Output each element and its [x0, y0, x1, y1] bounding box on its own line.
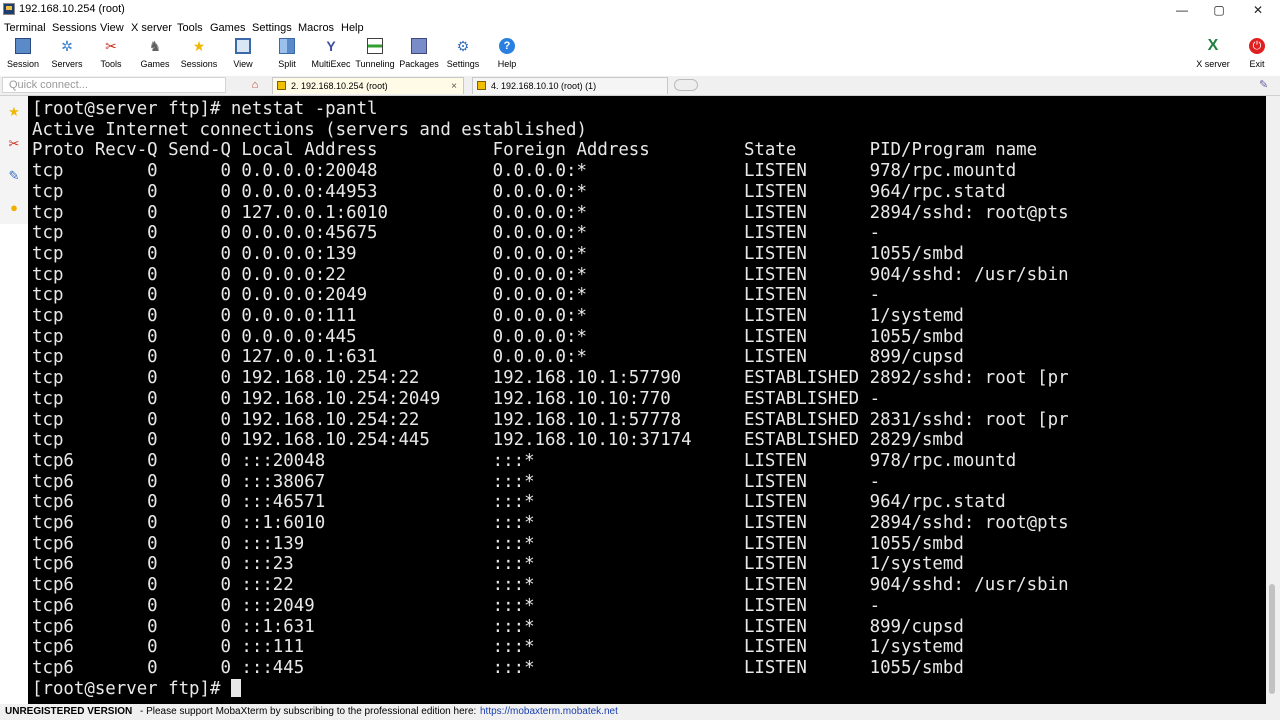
support-message: - Please support MobaXterm by subscribin…	[140, 706, 477, 717]
terminal-line: tcp 0 0 0.0.0.0:111 0.0.0.0:* LISTEN 1/s…	[32, 306, 964, 327]
terminal-line: tcp 0 0 0.0.0.0:2049 0.0.0.0:* LISTEN -	[32, 285, 881, 306]
menu-sessions[interactable]: Sessions	[52, 22, 97, 34]
help-icon: ?	[499, 38, 515, 54]
terminal-line: Active Internet connections (servers and…	[32, 119, 587, 140]
tunneling-button[interactable]: Tunneling	[353, 38, 397, 72]
menu-tools[interactable]: Tools	[177, 22, 203, 34]
new-tab-button[interactable]	[674, 79, 698, 91]
scrollbar-thumb[interactable]	[1269, 584, 1275, 694]
terminal-line: Proto Recv-Q Send-Q Local Address Foreig…	[32, 140, 1038, 161]
attach-icon[interactable]: ✎	[1259, 78, 1268, 91]
window-title: 192.168.10.254 (root)	[19, 3, 125, 15]
mobaxterm-link[interactable]: https://mobaxterm.mobatek.net	[480, 704, 618, 720]
terminal-line: tcp6 0 0 :::111 :::* LISTEN 1/systemd	[32, 637, 964, 658]
terminal-line: tcp 0 0 0.0.0.0:22 0.0.0.0:* LISTEN 904/…	[32, 264, 1069, 285]
terminal-line: tcp6 0 0 :::22 :::* LISTEN 904/sshd: /us…	[32, 575, 1069, 596]
x-server-button[interactable]: X X server	[1191, 38, 1235, 72]
terminal-scrollbar[interactable]	[1266, 96, 1280, 704]
games-button[interactable]: ♞ Games	[133, 38, 177, 72]
terminal-area[interactable]: [root@server ftp]# netstat -pantl Active…	[28, 96, 1266, 704]
menu-help[interactable]: Help	[341, 22, 364, 34]
menu-terminal[interactable]: Terminal	[4, 22, 46, 34]
x-server-icon: X	[1207, 37, 1219, 54]
tab-close-icon[interactable]: ×	[451, 78, 457, 95]
sidebar-macros-icon[interactable]: ✎	[6, 168, 22, 184]
terminal-tab-icon	[477, 81, 486, 90]
session-icon	[15, 38, 31, 54]
settings-button[interactable]: ⚙ Settings	[441, 38, 485, 72]
menu-view[interactable]: View	[100, 22, 124, 34]
view-button[interactable]: View	[221, 38, 265, 72]
menu-games[interactable]: Games	[210, 22, 245, 34]
sidebar-star-icon[interactable]: ★	[6, 104, 22, 120]
sidebar-tools-icon[interactable]: ✂	[6, 136, 22, 152]
menu-macros[interactable]: Macros	[298, 22, 334, 34]
terminal-line: tcp 0 0 127.0.0.1:6010 0.0.0.0:* LISTEN …	[32, 202, 1069, 223]
tab-bar: Quick connect... ⌂ 2. 192.168.10.254 (ro…	[0, 76, 1280, 96]
tab-session-192-168-10-10[interactable]: 4. 192.168.10.10 (root) (1)	[472, 77, 668, 94]
left-sidebar: ★ ✂ ✎ ●	[0, 96, 29, 224]
servers-button[interactable]: ✲ Servers	[45, 38, 89, 72]
unregistered-label: UNREGISTERED VERSION	[5, 706, 133, 717]
games-icon: ♞	[148, 38, 162, 54]
tools-button[interactable]: ✂ Tools	[89, 38, 133, 72]
terminal-line: tcp 0 0 0.0.0.0:20048 0.0.0.0:* LISTEN 9…	[32, 161, 1017, 182]
terminal-line: tcp 0 0 192.168.10.254:22 192.168.10.1:5…	[32, 409, 1069, 430]
terminal-line: tcp6 0 0 :::20048 :::* LISTEN 978/rpc.mo…	[32, 450, 1017, 471]
terminal-line: tcp6 0 0 ::1:6010 :::* LISTEN 2894/sshd:…	[32, 513, 1069, 534]
packages-button[interactable]: Packages	[397, 38, 441, 72]
terminal-line: tcp 0 0 0.0.0.0:44953 0.0.0.0:* LISTEN 9…	[32, 181, 1006, 202]
terminal-line: tcp 0 0 192.168.10.254:22 192.168.10.1:5…	[32, 368, 1069, 389]
terminal-line: tcp 0 0 192.168.10.254:445 192.168.10.10…	[32, 430, 964, 451]
terminal-line: tcp6 0 0 :::139 :::* LISTEN 1055/smbd	[32, 533, 964, 554]
terminal-line: tcp6 0 0 :::2049 :::* LISTEN -	[32, 595, 881, 616]
menu-settings[interactable]: Settings	[252, 22, 292, 34]
terminal-line: tcp6 0 0 :::38067 :::* LISTEN -	[32, 471, 881, 492]
terminal-line: tcp 0 0 192.168.10.254:2049 192.168.10.1…	[32, 388, 881, 409]
exit-button[interactable]: ⏻ Exit	[1235, 38, 1279, 72]
help-button[interactable]: ? Help	[485, 38, 529, 72]
sidebar-sftp-icon[interactable]: ●	[6, 200, 22, 216]
sessions-button[interactable]: ★ Sessions	[177, 38, 221, 72]
multiexec-button[interactable]: Y MultiExec	[309, 38, 353, 72]
mobaxterm-app-icon	[3, 3, 15, 15]
split-icon	[279, 38, 295, 54]
maximize-button[interactable]: ▢	[1199, 0, 1239, 20]
gear-icon: ⚙	[456, 38, 470, 54]
toolbar: Session ✲ Servers ✂ Tools ♞ Games ★ Sess…	[0, 36, 1280, 74]
terminal-line: tcp6 0 0 :::445 :::* LISTEN 1055/smbd	[32, 657, 964, 678]
star-icon: ★	[192, 38, 206, 54]
title-bar: 192.168.10.254 (root) — ▢ ✕	[0, 0, 1280, 20]
terminal-prompt: [root@server ftp]#	[32, 678, 231, 699]
terminal-cursor	[230, 678, 241, 697]
terminal-line: tcp6 0 0 :::23 :::* LISTEN 1/systemd	[32, 554, 964, 575]
menu-x-server[interactable]: X server	[131, 22, 172, 34]
terminal-line: tcp6 0 0 ::1:631 :::* LISTEN 899/cupsd	[32, 616, 964, 637]
terminal-line: tcp6 0 0 :::46571 :::* LISTEN 964/rpc.st…	[32, 492, 1006, 513]
quick-connect-input[interactable]: Quick connect...	[2, 77, 226, 93]
minimize-button[interactable]: —	[1162, 0, 1202, 20]
view-icon	[235, 38, 251, 54]
home-tab[interactable]: ⌂	[240, 77, 270, 94]
power-icon: ⏻	[1249, 38, 1265, 54]
terminal-line: tcp 0 0 0.0.0.0:445 0.0.0.0:* LISTEN 105…	[32, 326, 964, 347]
tunneling-icon	[367, 38, 383, 54]
terminal-line: tcp 0 0 0.0.0.0:45675 0.0.0.0:* LISTEN -	[32, 223, 881, 244]
tools-icon: ✂	[105, 38, 117, 54]
terminal-line: tcp 0 0 127.0.0.1:631 0.0.0.0:* LISTEN 8…	[32, 347, 964, 368]
home-icon: ⌂	[251, 79, 259, 91]
session-button[interactable]: Session	[1, 38, 45, 72]
servers-icon: ✲	[61, 38, 73, 54]
terminal-line: [root@server ftp]# netstat -pantl	[32, 99, 378, 119]
status-bar: UNREGISTERED VERSION - Please support Mo…	[0, 704, 1280, 720]
terminal-tab-icon	[277, 81, 286, 90]
terminal-line: tcp 0 0 0.0.0.0:139 0.0.0.0:* LISTEN 105…	[32, 243, 964, 264]
close-button[interactable]: ✕	[1238, 0, 1278, 20]
packages-icon	[411, 38, 427, 54]
multiexec-icon: Y	[326, 38, 336, 54]
tab-session-192-168-10-254[interactable]: 2. 192.168.10.254 (root) ×	[272, 77, 464, 94]
menu-bar: Terminal Sessions View X server Tools Ga…	[0, 20, 1280, 36]
split-button[interactable]: Split	[265, 38, 309, 72]
